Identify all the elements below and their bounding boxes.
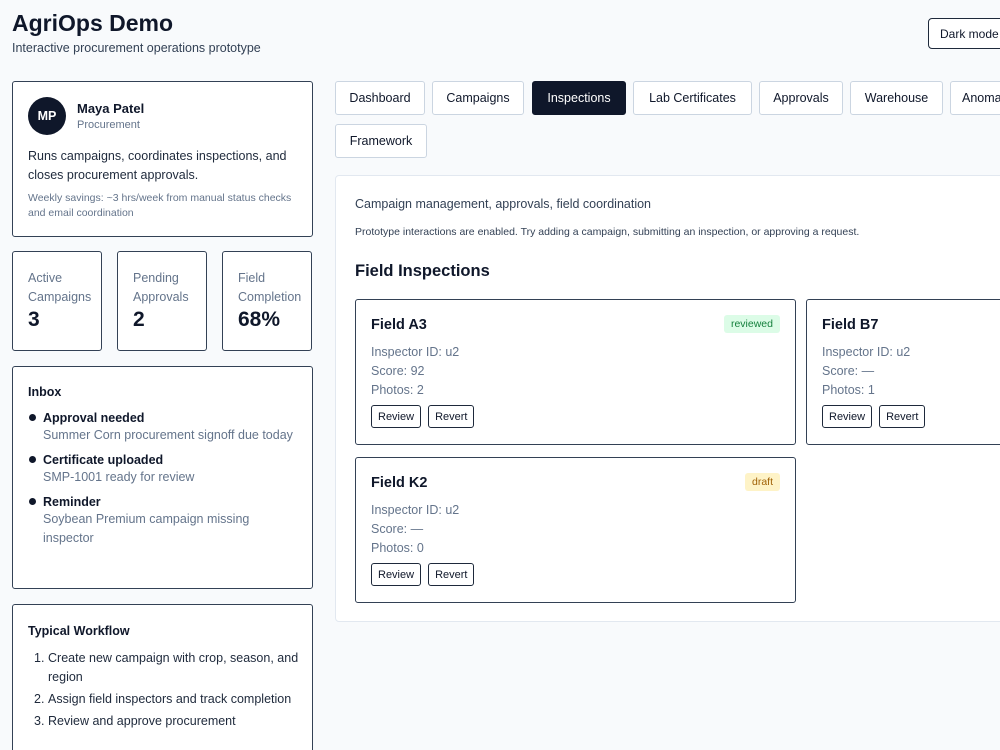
inspector-id: Inspector ID: u2 <box>371 503 460 517</box>
stat-label: Pending Approvals <box>133 271 189 304</box>
revert-button[interactable]: Revert <box>428 563 475 586</box>
inspection-card: Field A3 reviewed Inspector ID: u2 Score… <box>355 299 796 445</box>
stat-value: 3 <box>28 308 40 331</box>
panel-title: Field Inspections <box>355 262 490 280</box>
workflow-step: 1. Create new campaign with crop, season… <box>28 649 303 687</box>
workflow-step-text: Create new campaign with crop, season, a… <box>48 651 299 684</box>
review-button[interactable]: Review <box>371 563 422 586</box>
inbox-item-desc: Soybean Premium campaign missing inspect… <box>43 512 250 545</box>
app-root: AgriOps Demo Interactive procurement ope… <box>0 0 1000 750</box>
tab-framework[interactable]: Framework <box>335 124 427 158</box>
inspection-actions: Review Revert <box>822 405 926 428</box>
inbox-list: Approval needed Summer Corn procurement … <box>28 410 303 555</box>
tab-anomalies[interactable]: Anomalies <box>950 81 1000 115</box>
tab-campaigns[interactable]: Campaigns <box>432 81 524 115</box>
stat-card-field-completion: Field Completion 68% <box>222 251 312 351</box>
tab-approvals[interactable]: Approvals <box>759 81 843 115</box>
profile-role: Procurement <box>77 119 140 131</box>
tab-dashboard[interactable]: Dashboard <box>335 81 425 115</box>
inbox-card: Inbox Approval needed Summer Corn procur… <box>12 366 313 589</box>
bullet-icon <box>29 414 36 421</box>
stat-value: 68% <box>238 308 281 331</box>
workflow-step-text: Review and approve procurement <box>48 714 236 728</box>
inbox-item[interactable]: Reminder Soybean Premium campaign missin… <box>28 494 303 548</box>
inbox-item-title: Reminder <box>43 495 101 509</box>
review-button[interactable]: Review <box>371 405 422 428</box>
profile-savings: Weekly savings: ~3 hrs/week from manual … <box>28 192 292 219</box>
workflow-title: Typical Workflow <box>28 624 130 638</box>
tab-warehouse[interactable]: Warehouse <box>850 81 943 115</box>
stat-card-pending-approvals: Pending Approvals 2 <box>117 251 207 351</box>
inspection-meta: Inspector ID: u2 Score: — Photos: 1 <box>822 343 910 400</box>
inspection-field-name: Field K2 <box>371 475 428 491</box>
stat-value: 2 <box>133 308 145 331</box>
inspection-score: Score: — <box>822 364 875 378</box>
workflow-step-number: 2. <box>34 692 45 706</box>
inbox-item[interactable]: Approval needed Summer Corn procurement … <box>28 410 303 445</box>
revert-button[interactable]: Revert <box>879 405 926 428</box>
revert-button[interactable]: Revert <box>428 405 475 428</box>
app-title: AgriOps Demo <box>12 10 174 36</box>
inspector-id: Inspector ID: u2 <box>371 345 460 359</box>
inspections-panel: Campaign management, approvals, field co… <box>335 175 1000 622</box>
inspection-actions: Review Revert <box>371 563 475 586</box>
inspector-id: Inspector ID: u2 <box>822 345 911 359</box>
tab-lab-certificates[interactable]: Lab Certificates <box>633 81 752 115</box>
workflow-step: 3. Review and approve procurement <box>28 712 303 731</box>
inspection-meta: Inspector ID: u2 Score: 92 Photos: 2 <box>371 343 459 400</box>
inspection-photos: Photos: 0 <box>371 541 424 555</box>
inbox-item-desc: SMP-1001 ready for review <box>43 470 195 484</box>
workflow-list: 1. Create new campaign with crop, season… <box>28 649 303 734</box>
stat-label: Active Campaigns <box>28 271 92 304</box>
panel-note: Prototype interactions are enabled. Try … <box>355 226 860 238</box>
stat-label: Field Completion <box>238 271 302 304</box>
workflow-step-text: Assign field inspectors and track comple… <box>48 692 292 706</box>
bullet-icon <box>29 498 36 505</box>
profile-name: Maya Patel <box>77 101 145 116</box>
status-badge: draft <box>744 473 780 491</box>
panel-description: Campaign management, approvals, field co… <box>355 197 652 211</box>
inspection-card: Field K2 draft Inspector ID: u2 Score: —… <box>355 457 796 603</box>
inspection-field-name: Field B7 <box>822 317 879 333</box>
bullet-icon <box>29 456 36 463</box>
review-button[interactable]: Review <box>822 405 873 428</box>
dark-mode-button[interactable]: Dark mode <box>928 18 1000 49</box>
inspection-photos: Photos: 1 <box>822 383 875 397</box>
profile-description: Runs campaigns, coordinates inspections,… <box>28 149 287 182</box>
inspection-field-name: Field A3 <box>371 317 427 333</box>
inspection-actions: Review Revert <box>371 405 475 428</box>
profile-card: MP Maya Patel Procurement Runs campaigns… <box>12 81 313 237</box>
tab-inspections[interactable]: Inspections <box>532 81 626 115</box>
inspection-card: Field B7 Inspector ID: u2 Score: — Photo… <box>806 299 1000 445</box>
inbox-title: Inbox <box>28 385 62 399</box>
workflow-step: 2. Assign field inspectors and track com… <box>28 690 303 709</box>
stat-card-active-campaigns: Active Campaigns 3 <box>12 251 102 351</box>
inspection-score: Score: — <box>371 522 424 536</box>
inbox-item-title: Approval needed <box>43 411 145 425</box>
workflow-step-number: 3. <box>34 714 45 728</box>
workflow-step-number: 1. <box>34 651 45 665</box>
inspection-meta: Inspector ID: u2 Score: — Photos: 0 <box>371 501 459 558</box>
workflow-card: Typical Workflow 1. Create new campaign … <box>12 604 313 750</box>
inbox-item-title: Certificate uploaded <box>43 453 164 467</box>
inbox-item-desc: Summer Corn procurement signoff due toda… <box>43 428 293 442</box>
inbox-item[interactable]: Certificate uploaded SMP-1001 ready for … <box>28 452 303 487</box>
avatar: MP <box>28 97 66 135</box>
inspection-score: Score: 92 <box>371 364 425 378</box>
app-subtitle: Interactive procurement operations proto… <box>12 41 261 55</box>
status-badge: reviewed <box>723 315 780 333</box>
inspection-photos: Photos: 2 <box>371 383 424 397</box>
